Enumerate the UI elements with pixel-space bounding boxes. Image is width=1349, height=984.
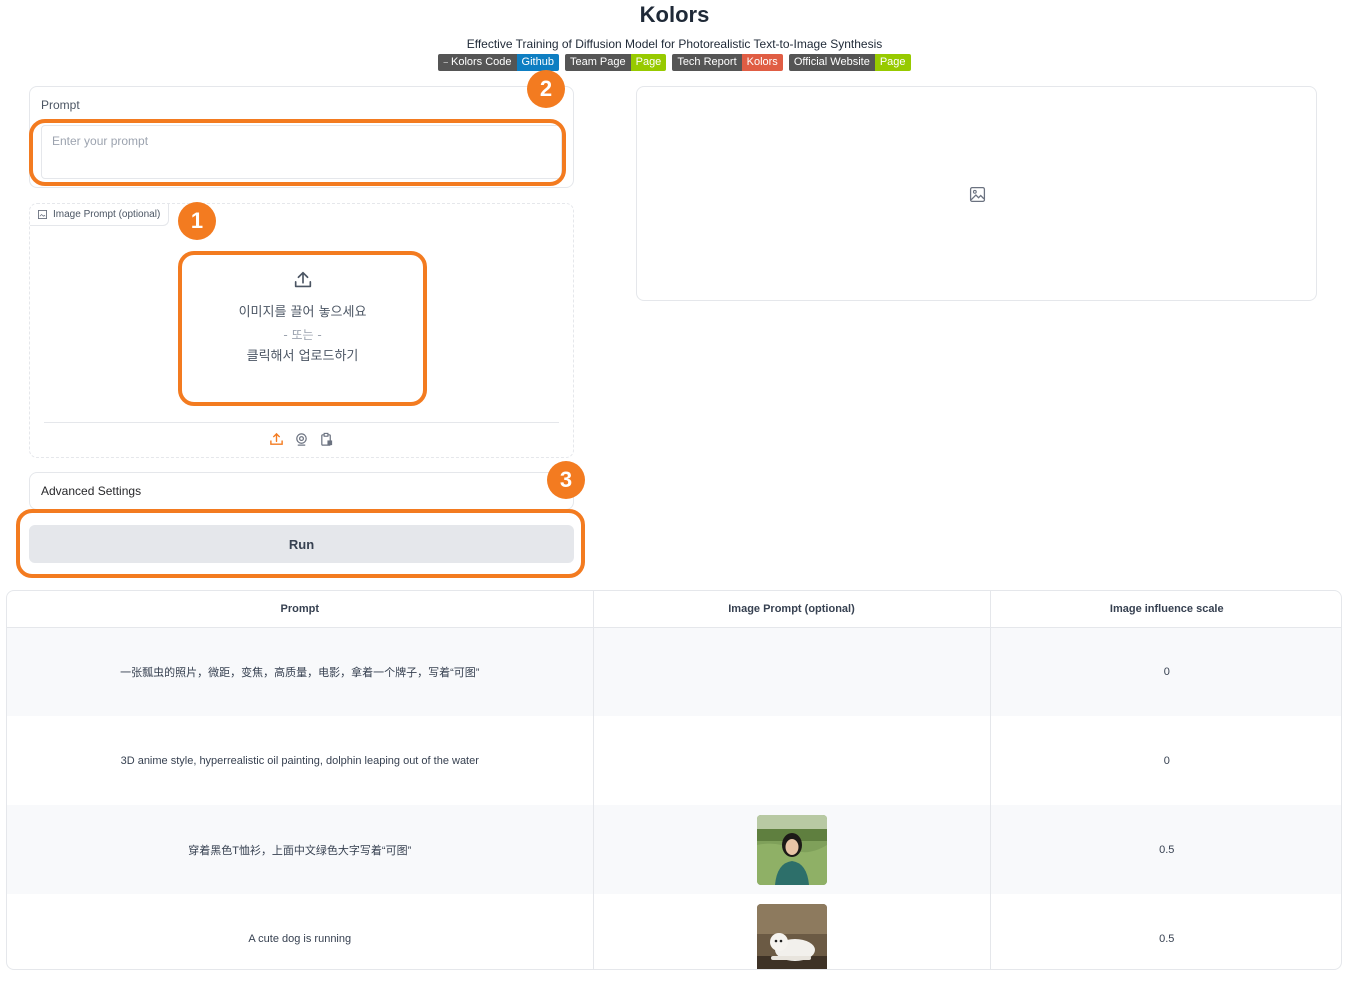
- scale-cell: 0: [990, 627, 1341, 716]
- badge-kolors-code[interactable]: ⎯ Kolors Code Github: [438, 54, 559, 71]
- image-cell: [593, 894, 991, 969]
- output-image-panel: [636, 86, 1317, 301]
- badge-left-label: Kolors Code: [450, 56, 512, 68]
- callout-number-1: 1: [178, 202, 216, 240]
- divider: [44, 422, 559, 423]
- image-prompt-label-tab: Image Prompt (optional): [30, 204, 170, 226]
- prompt-cell: 3D anime style, hyperrealistic oil paint…: [7, 716, 594, 805]
- upload-source-icon[interactable]: [269, 432, 284, 447]
- page-subtitle: Effective Training of Diffusion Model fo…: [466, 37, 883, 51]
- table-row[interactable]: 一张瓢虫的照片，微距，变焦，高质量，电影，拿着一个牌子，写着“可图” 0: [7, 627, 1341, 716]
- scale-cell: 0: [1163, 754, 1170, 767]
- table-row[interactable]: 3D anime style, hyperrealistic oil paint…: [7, 716, 1341, 805]
- webcam-icon[interactable]: [294, 432, 309, 447]
- badge-team-page[interactable]: Team Page Page: [564, 54, 667, 71]
- column-header-image-prompt: Image Prompt (optional): [593, 591, 991, 628]
- page-title: Kolors: [639, 2, 710, 27]
- image-source-selector: [30, 432, 573, 447]
- image-cell: [593, 805, 991, 894]
- github-icon: ⎯: [443, 57, 448, 67]
- table-header-row: Prompt Image Prompt (optional) Image inf…: [7, 591, 1341, 628]
- scale-cell: 0.5: [1159, 932, 1175, 945]
- prompt-cell: 穿着黑色T恤衫，上面中文绿色大字写着“可图”: [7, 805, 594, 894]
- badge-tech-report[interactable]: Tech Report Kolors: [672, 54, 783, 71]
- table-row[interactable]: A cute dog is running 0.5: [7, 894, 1341, 969]
- badge-left-label: Official Website: [788, 54, 875, 71]
- callout-number-2: 2: [527, 70, 565, 108]
- examples-table: Prompt Image Prompt (optional) Image inf…: [6, 590, 1342, 970]
- badge-left-label: Tech Report: [672, 54, 742, 71]
- column-header-prompt: Prompt: [7, 591, 594, 628]
- advanced-settings-accordion[interactable]: Advanced Settings: [29, 472, 574, 510]
- badge-right-label: Page: [874, 54, 911, 71]
- image-prompt-label: Image Prompt (optional): [53, 209, 161, 220]
- highlight-run: [16, 509, 585, 578]
- white-dog-thumbnail: [756, 903, 827, 969]
- scale-cell: 0.5: [990, 805, 1341, 894]
- badge-right-label: Kolors: [741, 54, 783, 71]
- clipboard-icon[interactable]: [319, 432, 334, 447]
- badge-row: ⎯ Kolors Code Github Team Page Page Tech …: [0, 54, 1349, 71]
- image-icon: [38, 210, 47, 219]
- badge-official-website[interactable]: Official Website Page: [788, 54, 911, 71]
- prompt-label: Prompt: [41, 98, 80, 112]
- prompt-cell: 一张瓢虫的照片，微距，变焦，高质量，电影，拿着一个牌子，写着“可图”: [7, 627, 594, 716]
- image-cell: [593, 627, 991, 716]
- badge-right-label: Page: [630, 54, 667, 71]
- callout-number-3: 3: [547, 461, 585, 499]
- image-cell: [593, 716, 991, 805]
- woman-in-field-thumbnail: [756, 814, 827, 885]
- badge-left-label: Team Page: [564, 54, 631, 71]
- column-header-scale: Image influence scale: [990, 591, 1341, 628]
- image-placeholder-icon: [969, 186, 986, 203]
- highlight-upload: [178, 251, 427, 406]
- table-row[interactable]: 穿着黑色T恤衫，上面中文绿色大字写着“可图” 0.5: [7, 805, 1341, 894]
- prompt-cell: A cute dog is running: [7, 894, 594, 969]
- badge-right-label: Github: [516, 54, 559, 71]
- highlight-prompt: [29, 119, 566, 186]
- advanced-settings-label: Advanced Settings: [41, 484, 142, 498]
